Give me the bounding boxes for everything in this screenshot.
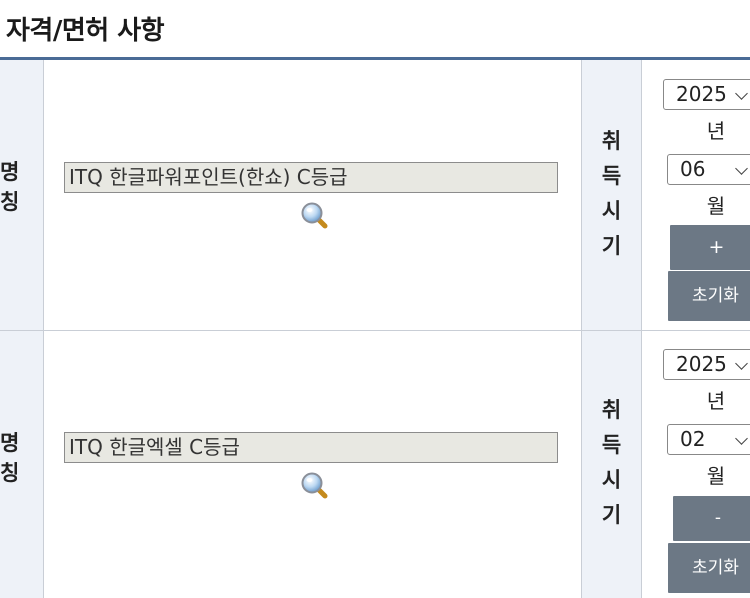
chevron-down-icon [735,87,748,100]
name-header-cell: 명 칭 [0,60,44,330]
year-select-value: 2025 [676,352,727,376]
section-title: 자격/면허 사항 [6,16,165,46]
license-name-field[interactable]: ITQ 한글엑셀 C등급 [64,432,558,463]
magnifier-icon[interactable] [300,201,330,231]
year-select-value: 2025 [676,82,727,106]
chevron-down-icon [735,357,748,370]
chevron-down-icon [735,162,748,175]
license-name-field[interactable]: ITQ 한글파워포인트(한쇼) C등급 [64,162,558,193]
chevron-down-icon [735,432,748,445]
year-unit-label: 년 [706,389,726,413]
year-select[interactable]: 2025 [663,79,750,110]
month-unit-label: 월 [706,464,726,488]
license-row: 명 칭 ITQ 한글파워포인트(한쇼) C등급 취 득 시 기 2025 년 0… [0,60,750,330]
name-header-cell: 명 칭 [0,331,44,598]
year-select[interactable]: 2025 [663,349,750,380]
remove-row-button[interactable]: - [673,496,750,541]
year-unit-label: 년 [706,119,726,143]
month-select[interactable]: 06 [667,154,750,185]
month-select[interactable]: 02 [667,424,750,455]
acquired-header-cell: 취 득 시 기 [581,60,642,330]
acquired-header-label: 취 득 시 기 [601,129,622,258]
reset-button[interactable]: 초기화 [668,543,750,593]
reset-button[interactable]: 초기화 [668,271,750,321]
add-row-button[interactable]: + [670,225,750,270]
magnifier-icon[interactable] [300,471,330,501]
name-header-label: 명 칭 [0,431,20,485]
month-unit-label: 월 [706,194,726,218]
month-select-value: 06 [680,157,706,181]
license-row: 명 칭 ITQ 한글엑셀 C등급 취 득 시 기 2025 년 02 월 - 초… [0,331,750,598]
month-select-value: 02 [680,427,706,451]
acquired-header-label: 취 득 시 기 [601,398,622,527]
acquired-header-cell: 취 득 시 기 [581,331,642,598]
name-header-label: 명 칭 [0,160,20,214]
